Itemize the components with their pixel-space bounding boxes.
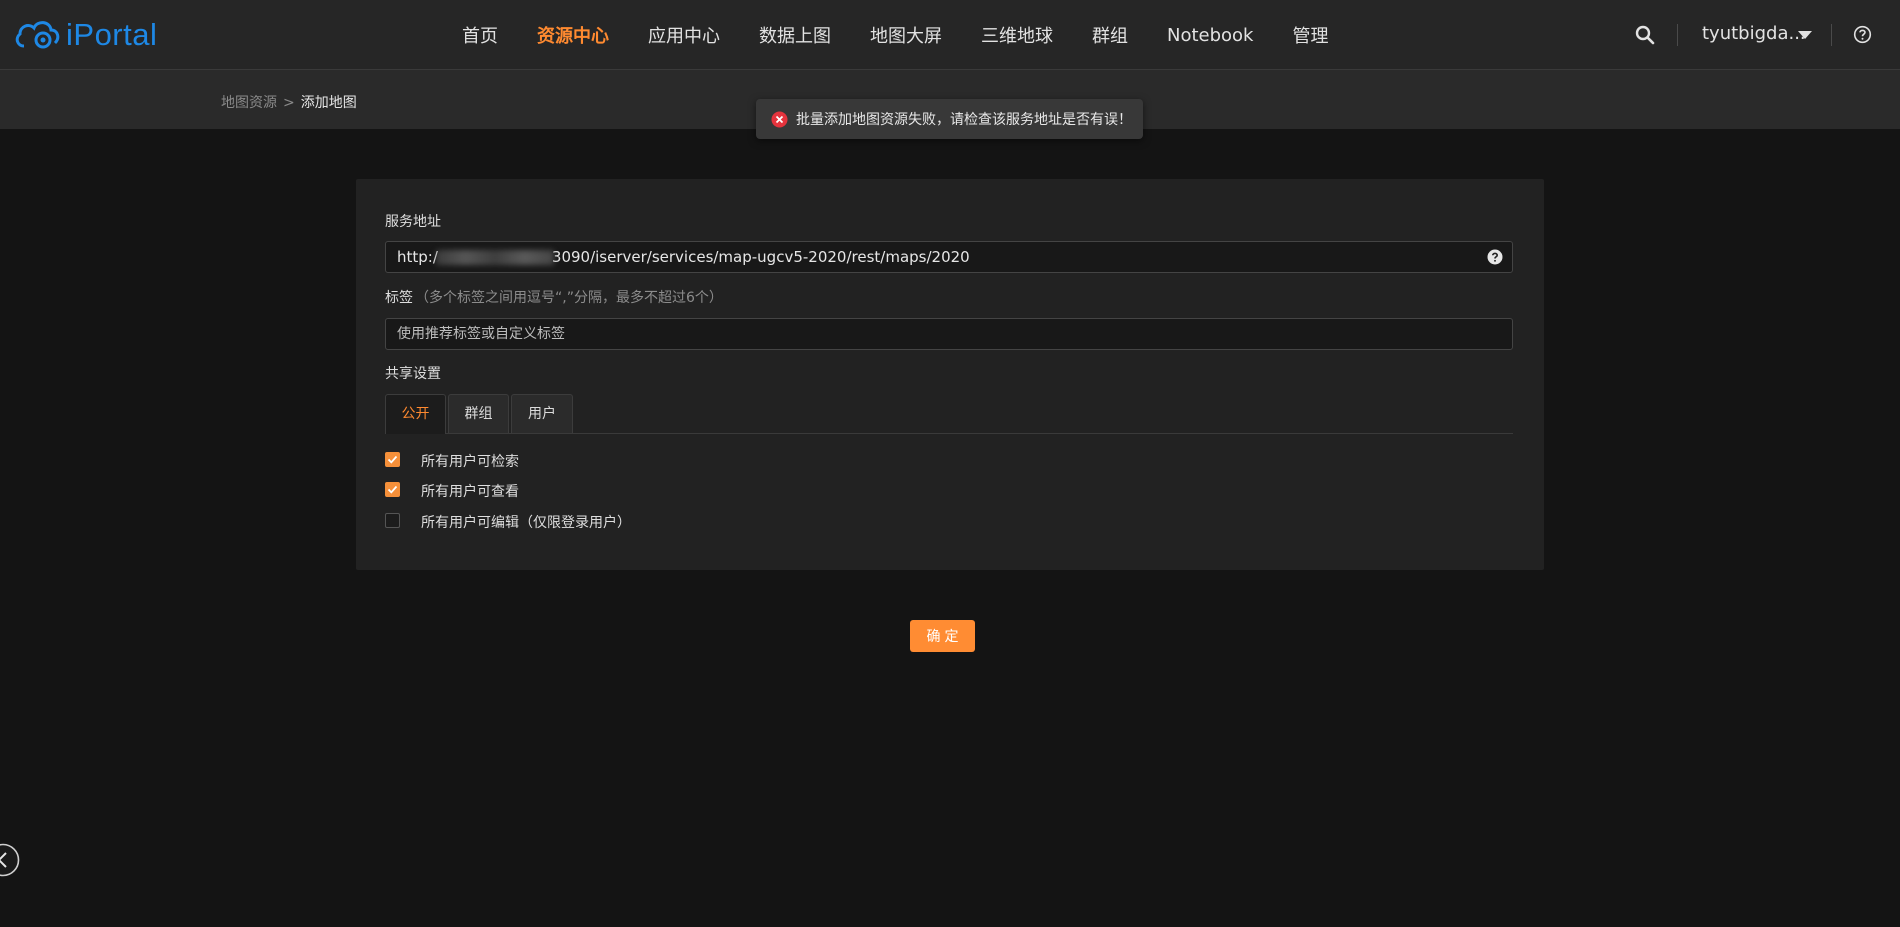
divider <box>1677 24 1678 46</box>
checkbox-viewable[interactable] <box>385 482 400 497</box>
tags-label: 标签 （多个标签之间用逗号“,”分隔，最多不超过6个） <box>385 287 723 307</box>
share-tabs: 公开 群组 用户 <box>385 394 1513 434</box>
breadcrumb-current: 添加地图 <box>300 95 357 111</box>
breadcrumb-separator: > <box>283 95 295 111</box>
checkbox-searchable[interactable] <box>385 452 400 467</box>
back-arrow-icon[interactable] <box>0 843 20 877</box>
logo-text: iPortal <box>66 17 158 52</box>
menu-item-app-center[interactable]: 应用中心 <box>648 22 720 48</box>
menu-item-groups[interactable]: 群组 <box>1092 22 1128 48</box>
breadcrumb: 地图资源 > 添加地图 <box>221 92 357 112</box>
logo[interactable]: iPortal <box>14 16 157 54</box>
tab-public[interactable]: 公开 <box>385 394 446 434</box>
service-url-input[interactable]: http:/ 3090/iserver/services/map-ugcv5-20… <box>385 241 1513 273</box>
username[interactable]: tyutbigda... <box>1702 23 1806 44</box>
search-icon[interactable] <box>1634 24 1656 46</box>
check-icon <box>387 455 398 464</box>
redacted-host <box>435 250 554 265</box>
checkbox-searchable-label: 所有用户可检索 <box>421 454 519 470</box>
help-icon[interactable] <box>1853 25 1872 44</box>
menu-item-home[interactable]: 首页 <box>462 22 498 48</box>
toast-message: 批量添加地图资源失败，请检查该服务地址是否有误！ <box>796 112 1132 128</box>
cloud-logo-icon <box>15 21 60 49</box>
error-toast: 批量添加地图资源失败，请检查该服务地址是否有误！ <box>756 99 1143 139</box>
service-address-label: 服务地址 <box>385 214 441 230</box>
question-icon[interactable] <box>1487 249 1503 265</box>
breadcrumb-parent[interactable]: 地图资源 <box>221 95 277 111</box>
menu-item-map-dashboard[interactable]: 地图大屏 <box>870 22 942 48</box>
tags-label-text: 标签 <box>385 290 413 306</box>
check-icon <box>387 485 398 494</box>
service-url-prefix: http:/ <box>397 248 438 266</box>
confirm-button[interactable]: 确定 <box>910 620 975 652</box>
tags-hint: （多个标签之间用逗号“,”分隔，最多不超过6个） <box>415 290 723 306</box>
menu-item-resource-center[interactable]: 资源中心 <box>537 22 609 48</box>
tags-input[interactable]: 使用推荐标签或自定义标签 <box>385 318 1513 350</box>
checkbox-editable[interactable] <box>385 513 400 528</box>
menu-item-notebook[interactable]: Notebook <box>1167 25 1253 46</box>
main-menu: 首页 资源中心 应用中心 数据上图 地图大屏 三维地球 群组 Notebook … <box>462 0 1367 70</box>
tab-user[interactable]: 用户 <box>511 394 573 433</box>
share-settings-label: 共享设置 <box>385 366 441 382</box>
menu-item-3d-globe[interactable]: 三维地球 <box>981 22 1053 48</box>
checkbox-editable-label: 所有用户可编辑（仅限登录用户） <box>421 515 631 531</box>
add-map-form: 服务地址 http:/ 3090/iserver/services/map-ugc… <box>356 179 1544 570</box>
divider <box>1831 24 1832 46</box>
top-navbar: iPortal 首页 资源中心 应用中心 数据上图 地图大屏 三维地球 群组 N… <box>0 0 1900 70</box>
service-url-suffix: 3090/iserver/services/map-ugcv5-2020/res… <box>551 248 970 266</box>
menu-item-data-to-map[interactable]: 数据上图 <box>759 22 831 48</box>
error-icon <box>771 111 788 127</box>
checkbox-viewable-label: 所有用户可查看 <box>421 484 519 500</box>
menu-item-admin[interactable]: 管理 <box>1292 22 1328 48</box>
tab-group[interactable]: 群组 <box>448 394 509 433</box>
caret-down-icon[interactable] <box>1798 31 1812 39</box>
